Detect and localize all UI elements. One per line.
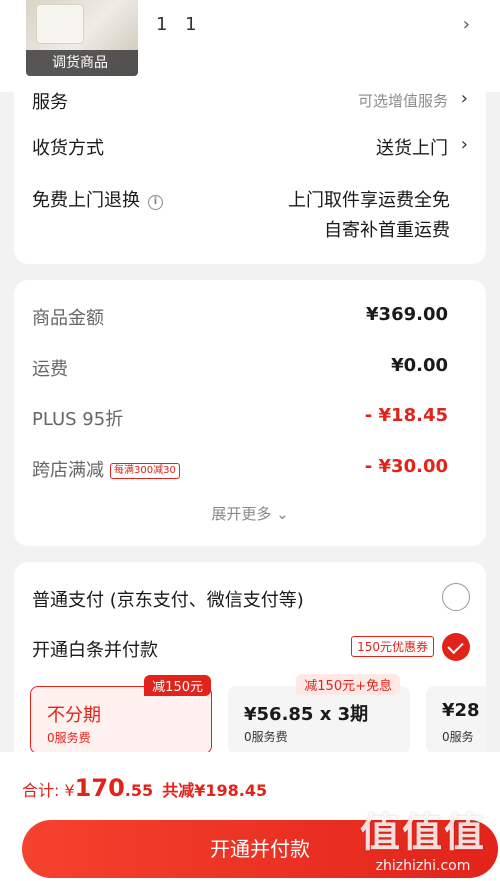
return-line2: 自寄补首重运费 — [324, 220, 450, 241]
cross-store-label: 跨店满减 — [32, 460, 104, 481]
expand-more-button[interactable]: 展开更多 ⌄ — [14, 503, 486, 524]
info-icon[interactable]: i — [148, 195, 163, 210]
service-label: 服务 — [32, 92, 68, 113]
product-image — [36, 4, 84, 44]
plan-sub: 0服务费 — [244, 730, 288, 744]
plan-sub: 0服务费 — [47, 731, 91, 745]
plan-option-more[interactable]: ¥28 0服务 — [426, 686, 486, 754]
total-prefix: 合计: ¥ — [22, 781, 75, 800]
freight-value: ¥0.00 — [391, 355, 448, 376]
plus-discount-label: PLUS 95折 — [32, 409, 124, 430]
order-total: 合计: ¥170.55 共减¥198.45 — [22, 774, 267, 802]
cross-store-value: - ¥30.00 — [364, 456, 448, 477]
plan-main: ¥28 — [442, 700, 480, 721]
total-saving: 共减¥198.45 — [162, 781, 268, 800]
service-value: 可选增值服务 — [357, 92, 448, 110]
site-watermark: 值值值 zhizhizhi.com — [360, 800, 486, 874]
return-label-wrap: 免费上门退换 i — [32, 186, 163, 212]
promo-badge: 每满300减30 — [110, 463, 180, 479]
chevron-right-icon[interactable]: › — [463, 14, 470, 35]
return-line1: 上门取件享运费全免 — [288, 190, 450, 211]
plan-option-no-installment[interactable]: 减150元 不分期 0服务费 — [30, 675, 212, 754]
payment-card: 普通支付 (京东支付、微信支付等) 开通白条并付款 150元优惠券 减150元 … — [14, 562, 486, 762]
shipping-label: 收货方式 — [32, 138, 104, 159]
transfer-goods-tag: 调货商品 — [26, 50, 138, 76]
normal-pay-radio[interactable] — [442, 583, 470, 611]
delivery-card: 服务 可选增值服务 › 收货方式 送货上门 › 免费上门退换 i 上门取件享运费全… — [14, 88, 486, 264]
return-label: 免费上门退换 — [32, 190, 140, 211]
product-quantity: 1 1 — [156, 14, 203, 35]
chevron-right-icon: › — [460, 134, 468, 155]
coupon-badge: 150元优惠券 — [351, 636, 434, 657]
price-card: 商品金额 ¥369.00 运费 ¥0.00 PLUS 95折 - ¥18.45 … — [14, 280, 486, 546]
plan-option-3-installments[interactable]: 减150元+免息 ¥56.85 x 3期 0服务费 — [228, 674, 410, 754]
price-value: ¥369.00 — [366, 304, 448, 325]
cross-store-label-wrap: 跨店满减 每满300减30 — [32, 456, 180, 482]
plan-main: 不分期 — [47, 705, 101, 726]
baitiao-radio-checked[interactable] — [442, 633, 470, 661]
plan-main: ¥56.85 x 3期 — [244, 704, 369, 725]
chevron-right-icon: › — [460, 88, 468, 109]
product-thumbnail[interactable]: 调货商品 — [26, 0, 138, 76]
plan-discount-tag: 减150元+免息 — [296, 674, 400, 695]
plan-sub: 0服务 — [442, 730, 474, 744]
watermark-logo: 值值值 — [360, 810, 486, 856]
baitiao-label: 开通白条并付款 — [32, 640, 158, 661]
shipping-value: 送货上门 — [376, 138, 448, 159]
product-strip[interactable]: 调货商品 1 1 › — [0, 0, 500, 92]
plan-discount-tag: 减150元 — [144, 675, 211, 696]
total-cents: .55 — [124, 781, 154, 800]
total-integer: 170 — [74, 774, 125, 802]
watermark-url: zhizhizhi.com — [375, 858, 471, 874]
freight-label: 运费 — [32, 359, 68, 380]
price-label: 商品金额 — [32, 308, 104, 329]
plus-discount-value: - ¥18.45 — [364, 405, 448, 426]
normal-pay-label: 普通支付 (京东支付、微信支付等) — [32, 590, 304, 611]
